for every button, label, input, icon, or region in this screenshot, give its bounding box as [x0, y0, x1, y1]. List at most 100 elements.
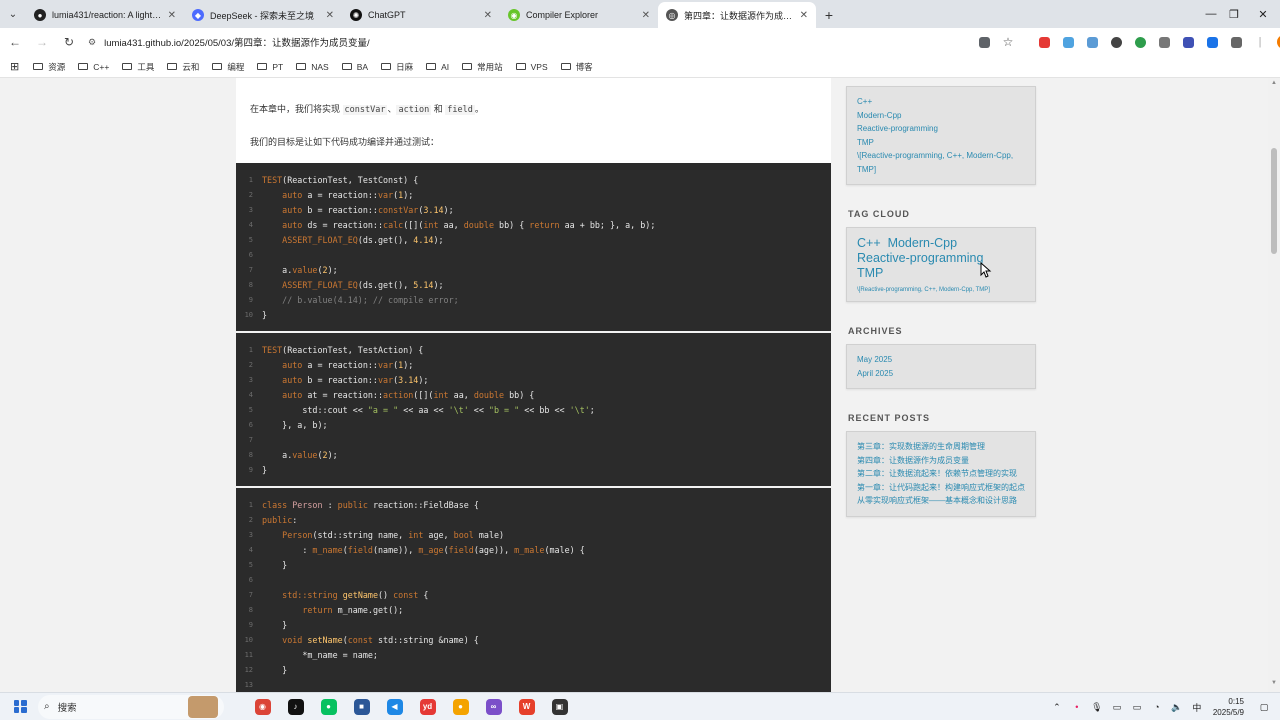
start-button[interactable]: [6, 693, 34, 720]
taskbar-search[interactable]: ⌕ 搜索: [38, 694, 224, 719]
code-text: a.value(2);: [262, 449, 338, 460]
sidebar-link[interactable]: Modern-Cpp: [857, 109, 1025, 123]
sidebar-link[interactable]: TMP: [857, 136, 1025, 150]
bookmark-folder[interactable]: BA: [341, 61, 368, 73]
network-icon[interactable]: ◔: [1149, 702, 1165, 712]
close-window-icon[interactable]: ✕: [1246, 0, 1280, 28]
sidebar-link[interactable]: April 2025: [857, 367, 1025, 381]
taskbar-app[interactable]: ∞: [477, 693, 510, 720]
article-content: 在本章中，我们将实现 constVar、 action 和 field。 我们的目…: [236, 78, 831, 692]
bookmark-label: AI: [441, 61, 450, 72]
bookmark-folder[interactable]: 博客: [560, 61, 593, 73]
extension-blue-icon[interactable]: [1080, 28, 1104, 56]
intro-sep: 和: [431, 104, 446, 114]
sidebar-link[interactable]: 从零实现响应式框架——基本概念和设计思路: [857, 494, 1025, 508]
reload-icon[interactable]: ↻: [57, 30, 81, 54]
extension-translate-icon[interactable]: [1200, 28, 1224, 56]
extension-cloud-icon[interactable]: [1056, 28, 1080, 56]
tab-close-icon[interactable]: ✕: [484, 10, 492, 21]
taskbar-app[interactable]: ▣: [543, 693, 576, 720]
tab-close-icon[interactable]: ✕: [326, 10, 334, 21]
sidebar-link[interactable]: 第三章：实现数据源的生命周期管理: [857, 440, 1025, 454]
extensions-puzzle-icon[interactable]: [1224, 28, 1248, 56]
code-line: 10}: [236, 307, 831, 322]
sidebar-link[interactable]: May 2025: [857, 353, 1025, 367]
extension-dark-icon[interactable]: [1104, 28, 1128, 56]
bookmark-folder[interactable]: NAS: [296, 61, 329, 73]
bookmark-folder[interactable]: 日麻: [381, 61, 413, 73]
taskbar-app[interactable]: ●: [444, 693, 477, 720]
extension-red-icon[interactable]: [1032, 28, 1056, 56]
bookmark-folder[interactable]: 工具: [122, 61, 154, 73]
bookmark-folder[interactable]: 常用站: [462, 61, 503, 73]
tab-close-icon[interactable]: ✕: [642, 10, 650, 21]
tab-4[interactable]: ◉ Compiler Explorer ✕: [500, 2, 658, 28]
code-text: // b.value(4.14); // compile error;: [282, 294, 459, 305]
bookmark-folder[interactable]: C++: [78, 61, 109, 73]
clock[interactable]: 0:15 2025/5/9: [1213, 696, 1244, 718]
tray-app-icon[interactable]: •: [1069, 702, 1085, 712]
folder-icon: [560, 63, 571, 70]
volume-icon[interactable]: 🔈: [1169, 702, 1185, 713]
tab-3[interactable]: ✺ ChatGPT ✕: [342, 2, 500, 28]
github-icon: ●: [34, 9, 46, 21]
extension-gray-icon[interactable]: [1152, 28, 1176, 56]
code-text: public:: [262, 514, 298, 525]
bookmark-folder[interactable]: AI: [426, 61, 449, 73]
taskbar-app[interactable]: ●: [312, 693, 345, 720]
bookmark-folder[interactable]: 资源: [33, 61, 65, 73]
taskbar-app[interactable]: ◉: [246, 693, 279, 720]
sidebar-link[interactable]: 第四章：让数据源作为成员变量: [857, 454, 1025, 468]
taskbar-app[interactable]: ♪: [279, 693, 312, 720]
sidebar-link[interactable]: C++: [857, 95, 1025, 109]
taskbar-app[interactable]: yd: [411, 693, 444, 720]
sidebar-link[interactable]: Reactive-programming: [857, 122, 1025, 136]
tab-1[interactable]: ● lumia431/reaction: A lightweight ✕: [26, 2, 184, 28]
battery-icon[interactable]: ▭: [1129, 702, 1145, 713]
bookmark-folder[interactable]: VPS: [515, 61, 548, 73]
tab-2[interactable]: ◆ DeepSeek - 探索未至之境 ✕: [184, 2, 342, 28]
tag-cloud-link[interactable]: TMP: [857, 266, 1025, 281]
bookmark-star-icon[interactable]: ☆: [996, 28, 1020, 56]
tab-close-icon[interactable]: ✕: [800, 10, 808, 21]
archives-title: ARCHIVES: [848, 326, 903, 336]
tab-search-chevron-icon[interactable]: ⌄: [0, 0, 26, 28]
apps-grid-icon[interactable]: ⊞: [10, 60, 19, 73]
profile-avatar[interactable]: [1272, 28, 1280, 56]
sidebar-link[interactable]: 第二章：让数据流起来！依赖节点管理的实现: [857, 467, 1025, 481]
taskbar-app[interactable]: W: [510, 693, 543, 720]
bookmark-folder[interactable]: 编程: [212, 61, 244, 73]
tag-cloud-link[interactable]: Reactive-programming: [857, 251, 1025, 266]
address-bar[interactable]: ⚙ lumia431.github.io/2025/05/03/第四章：让数据源…: [80, 30, 1020, 54]
scroll-thumb[interactable]: [1271, 148, 1277, 254]
code-line: 5 ASSERT_FLOAT_EQ(ds.get(), 4.14);: [236, 232, 831, 247]
tag-cloud-link[interactable]: C++ Modern-Cpp: [857, 236, 1025, 251]
extension-green-icon[interactable]: [1128, 28, 1152, 56]
recent-posts-title: RECENT POSTS: [848, 413, 931, 423]
tray-overflow-icon[interactable]: ⌃: [1049, 702, 1065, 713]
forward-icon[interactable]: →: [30, 30, 54, 54]
notification-icon[interactable]: ▢: [1256, 702, 1272, 713]
translate-icon[interactable]: [972, 28, 996, 56]
code-text: ASSERT_FLOAT_EQ(ds.get(), 5.14);: [282, 279, 444, 290]
extension-play-icon[interactable]: [1176, 28, 1200, 56]
microphone-icon[interactable]: 🎙: [1089, 702, 1105, 713]
new-tab-button[interactable]: +: [816, 2, 842, 28]
page-scrollbar[interactable]: ▲ ▼: [1268, 78, 1280, 692]
tag-cloud-link[interactable]: \[Reactive-programming, C++, Modern-Cpp,…: [857, 287, 1025, 293]
tray-monitor-icon[interactable]: ▭: [1109, 702, 1125, 713]
site-info-icon[interactable]: ⚙: [88, 37, 96, 48]
bookmark-folder[interactable]: PT: [257, 61, 283, 73]
sidebar-link[interactable]: 第一章：让代码跑起来！构建响应式框架的起点: [857, 481, 1025, 495]
tab-5[interactable]: ◎ 第四章：让数据源作为成员变量 ✕: [658, 2, 816, 28]
back-icon[interactable]: ←: [3, 30, 27, 54]
taskbar-app[interactable]: ◀: [378, 693, 411, 720]
tab-close-icon[interactable]: ✕: [168, 10, 176, 21]
scroll-down-icon[interactable]: ▼: [1268, 680, 1280, 690]
taskbar-app[interactable]: ■: [345, 693, 378, 720]
scroll-up-icon[interactable]: ▲: [1268, 80, 1280, 90]
bookmark-folder[interactable]: 云和: [167, 61, 199, 73]
sidebar-link[interactable]: \[Reactive-programming, C++, Modern-Cpp,…: [857, 149, 1025, 176]
ime-indicator[interactable]: 中: [1189, 701, 1205, 714]
search-app-icon: ●: [452, 698, 469, 715]
